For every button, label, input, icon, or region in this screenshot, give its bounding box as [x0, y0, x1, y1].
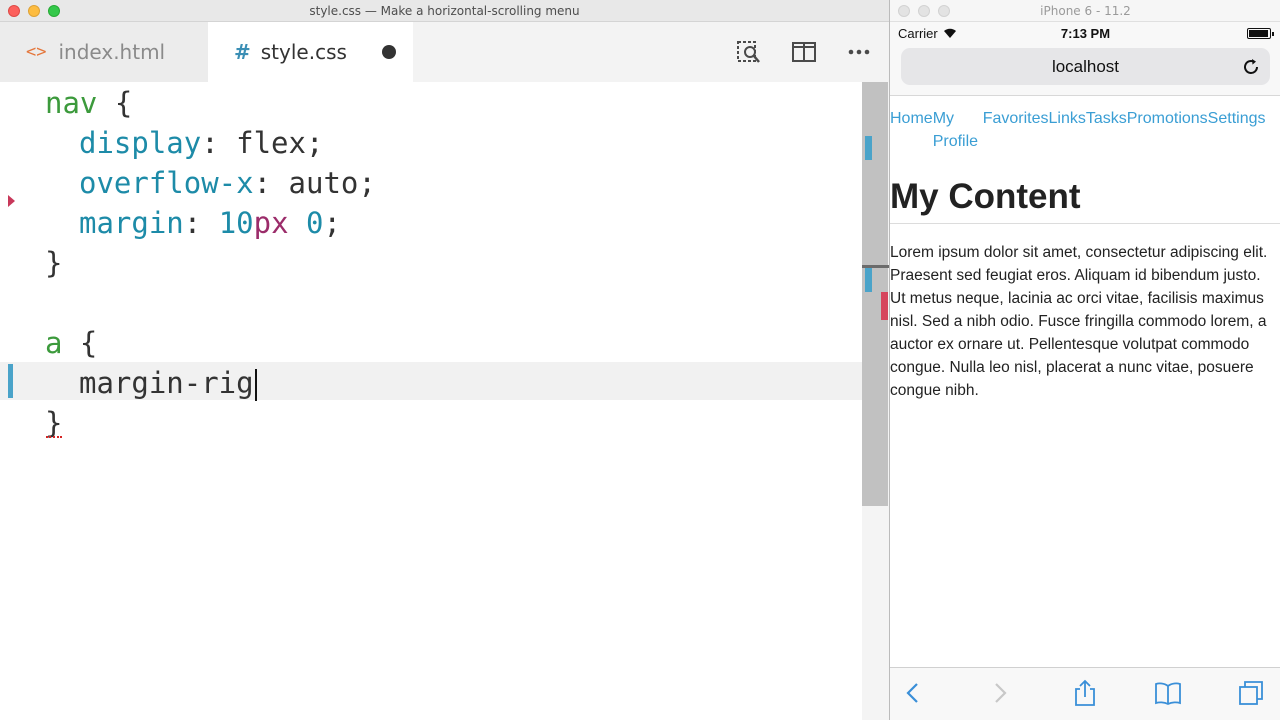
bookmarks-icon[interactable]: [1153, 678, 1183, 708]
css-colon: :: [253, 166, 289, 200]
split-editor-icon[interactable]: [790, 38, 818, 66]
text-cursor: [254, 369, 257, 401]
overview-change-marker: [865, 268, 872, 292]
code-line-7[interactable]: a {: [45, 323, 97, 363]
css-semicolon: ;: [305, 126, 324, 160]
body-paragraph: Lorem ipsum dolor sit amet, consectetur …: [890, 244, 1268, 399]
safari-address-area: localhost: [890, 44, 1280, 96]
code-area[interactable]: nav { display: flex; overflow-x: auto; m…: [0, 82, 889, 720]
tab-label: style.css: [260, 40, 347, 64]
nav-link-tasks[interactable]: Tasks: [1086, 107, 1127, 153]
code-line-4[interactable]: margin: 10px 0;: [79, 203, 341, 243]
tab-index-html[interactable]: <> index.html: [0, 22, 208, 82]
code-line-5[interactable]: }: [45, 243, 62, 283]
css-semicolon: ;: [323, 206, 341, 240]
code-line-8[interactable]: margin-rig: [79, 363, 257, 403]
status-time: 7:13 PM: [1060, 26, 1111, 41]
nav-link-promotions[interactable]: Promotions: [1127, 107, 1208, 153]
css-colon: :: [183, 206, 219, 240]
address-bar[interactable]: localhost: [901, 48, 1270, 85]
open-changes-icon[interactable]: [735, 38, 763, 66]
css-brace: {: [62, 326, 98, 360]
simulator-window-title: iPhone 6 - 11.2: [1040, 4, 1131, 18]
css-property: overflow-x: [79, 166, 254, 200]
editor-window-title: style.css — Make a horizontal-scrolling …: [309, 4, 580, 18]
css-selector: nav: [45, 86, 98, 120]
editor-tab-bar: <> index.html # style.css: [0, 22, 889, 82]
ios-status-bar: Carrier 7:13 PM: [890, 22, 1280, 44]
battery-icon: [1247, 28, 1274, 39]
gutter-change-marker: [8, 364, 13, 398]
code-line-1[interactable]: nav {: [45, 83, 132, 123]
nav-link-settings[interactable]: Settings: [1208, 107, 1266, 153]
css-semicolon: ;: [358, 166, 376, 200]
web-page: Home My Profile Favorites Links Tasks Pr…: [890, 97, 1280, 667]
error-squiggle: [46, 432, 62, 438]
simulator-titlebar: iPhone 6 - 11.2: [890, 0, 1280, 22]
nav-link-links[interactable]: Links: [1048, 107, 1085, 153]
more-actions-icon[interactable]: [846, 38, 874, 66]
css-selector: a: [45, 326, 63, 360]
reload-icon[interactable]: [1241, 57, 1261, 77]
safari-bottom-toolbar: [890, 667, 1280, 720]
editor-titlebar: style.css — Make a horizontal-scrolling …: [0, 0, 889, 22]
nav-link-my-profile[interactable]: My Profile: [933, 107, 983, 153]
tabs-icon[interactable]: [1236, 678, 1266, 708]
gutter-arrow-icon[interactable]: [8, 195, 15, 207]
overview-change-marker: [865, 136, 872, 160]
nav-link-home[interactable]: Home: [890, 107, 933, 153]
forward-icon[interactable]: [985, 678, 1015, 708]
html-code-icon: <>: [26, 42, 47, 62]
share-icon[interactable]: [1070, 678, 1100, 708]
css-number: 0: [306, 206, 324, 240]
css-space: [289, 206, 306, 240]
nav-link-favorites[interactable]: Favorites: [983, 107, 1049, 153]
css-colon: :: [201, 126, 237, 160]
back-icon[interactable]: [898, 678, 928, 708]
site-nav: Home My Profile Favorites Links Tasks Pr…: [890, 107, 1265, 153]
page-heading: My Content: [890, 177, 1081, 216]
heading-divider: [890, 223, 1280, 224]
code-line-3[interactable]: overflow-x: auto;: [79, 163, 376, 203]
css-value: flex: [236, 126, 306, 160]
css-brace: }: [45, 246, 63, 280]
css-property: display: [79, 126, 202, 160]
tab-label: index.html: [58, 40, 166, 64]
tab-style-css[interactable]: # style.css: [208, 22, 413, 82]
css-brace: {: [97, 86, 133, 120]
css-hash-icon: #: [234, 40, 251, 64]
url-text: localhost: [1051, 57, 1120, 76]
css-property-partial: margin-rig: [79, 366, 254, 400]
css-property: margin: [79, 206, 184, 240]
unsaved-changes-dot-icon[interactable]: [382, 45, 396, 59]
code-line-2[interactable]: display: flex;: [79, 123, 323, 163]
css-number: 10: [218, 206, 254, 240]
iphone-simulator-window: iPhone 6 - 11.2 Carrier 7:13 PM localhos…: [889, 0, 1280, 720]
code-editor-window: style.css — Make a horizontal-scrolling …: [0, 0, 889, 720]
css-unit: px: [253, 206, 289, 240]
overview-error-marker: [881, 292, 888, 320]
css-value: auto: [288, 166, 359, 200]
